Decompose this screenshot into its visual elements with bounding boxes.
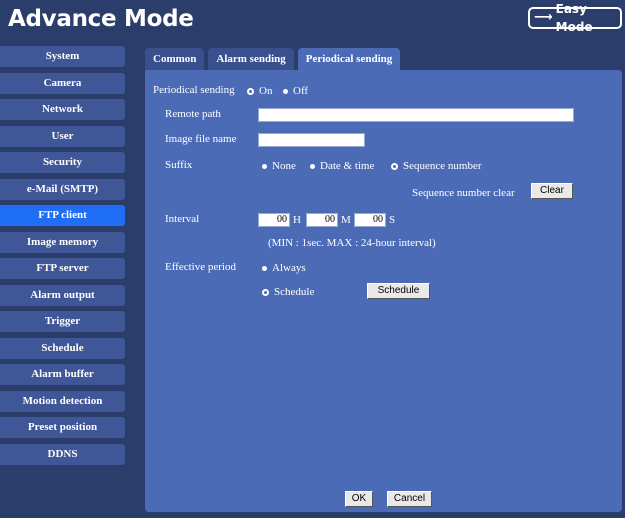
image-file-name-input[interactable]: [258, 133, 365, 147]
settings-panel: Periodical sending On Off Remote path Im…: [145, 70, 622, 512]
header: Advance Mode ⟶ Easy Mode: [0, 0, 625, 40]
tab-common[interactable]: Common: [145, 48, 205, 70]
suffix-none-radio[interactable]: None: [262, 160, 296, 172]
sidebar-item-motion-detection[interactable]: Motion detection: [0, 390, 125, 412]
sidebar-item-camera[interactable]: Camera: [0, 72, 125, 94]
sidebar-item-preset-position[interactable]: Preset position: [0, 417, 125, 438]
sidebar-item-network[interactable]: Network: [0, 99, 125, 120]
interval-hours-unit: H: [293, 214, 301, 226]
image-file-name-label: Image file name: [165, 133, 237, 145]
sidebar-item-email-smtp[interactable]: e-Mail (SMTP): [0, 178, 125, 200]
arrow-right-icon: ⟶: [534, 10, 553, 25]
remote-path-label: Remote path: [165, 108, 221, 120]
effective-schedule-radio[interactable]: Schedule: [262, 286, 314, 298]
suffix-label: Suffix: [165, 159, 193, 171]
periodical-on-radio[interactable]: On: [247, 85, 272, 97]
interval-hours-input[interactable]: 00: [258, 213, 290, 227]
suffix-date-time-label: Date & time: [320, 160, 375, 172]
effective-always-radio[interactable]: Always: [262, 262, 306, 274]
periodical-off-radio[interactable]: Off: [283, 85, 308, 97]
interval-seconds-input[interactable]: 00: [354, 213, 386, 227]
suffix-sequence-label: Sequence number: [403, 160, 482, 172]
sequence-clear-label: Sequence number clear: [412, 187, 515, 199]
periodical-sending-label: Periodical sending: [153, 84, 235, 96]
clear-button[interactable]: Clear: [531, 183, 573, 199]
interval-label: Interval: [165, 213, 200, 225]
sidebar-item-system[interactable]: System: [0, 46, 125, 67]
page-title: Advance Mode: [8, 6, 194, 32]
radio-unselected-icon: [262, 163, 267, 169]
interval-minutes-unit: M: [341, 214, 351, 226]
radio-unselected-icon: [262, 265, 267, 271]
cancel-button[interactable]: Cancel: [387, 491, 432, 507]
radio-selected-icon: [262, 288, 269, 296]
interval-seconds-unit: S: [389, 214, 396, 226]
suffix-date-time-radio[interactable]: Date & time: [310, 160, 374, 172]
sidebar-item-alarm-buffer[interactable]: Alarm buffer: [0, 364, 125, 385]
radio-selected-icon: [247, 87, 254, 95]
easy-mode-button[interactable]: ⟶ Easy Mode: [528, 2, 622, 34]
periodical-on-label: On: [259, 85, 273, 97]
ok-button[interactable]: OK: [345, 491, 373, 507]
effective-schedule-label: Schedule: [274, 286, 315, 298]
sidebar-item-ftp-server[interactable]: FTP server: [0, 258, 125, 279]
schedule-button[interactable]: Schedule: [367, 283, 430, 299]
effective-period-label: Effective period: [165, 261, 236, 273]
sidebar-item-security[interactable]: Security: [0, 152, 125, 173]
sidebar-item-image-memory[interactable]: Image memory: [0, 231, 125, 253]
sidebar-item-ftp-client[interactable]: FTP client: [0, 205, 125, 226]
suffix-sequence-radio[interactable]: Sequence number: [391, 160, 482, 172]
sidebar: System Camera Network User Security e-Ma…: [0, 46, 125, 470]
radio-unselected-icon: [310, 163, 315, 169]
tab-bar: Common Alarm sending Periodical sending: [145, 48, 404, 70]
interval-note: (MIN : 1sec. MAX : 24-hour interval): [268, 237, 436, 249]
tab-alarm-sending[interactable]: Alarm sending: [208, 48, 294, 70]
easy-mode-label: Easy Mode: [555, 2, 593, 34]
radio-selected-icon: [391, 162, 398, 170]
periodical-off-label: Off: [293, 85, 309, 97]
sidebar-item-trigger[interactable]: Trigger: [0, 311, 125, 332]
sidebar-item-alarm-output[interactable]: Alarm output: [0, 284, 125, 306]
sidebar-item-ddns[interactable]: DDNS: [0, 443, 125, 465]
interval-minutes-input[interactable]: 00: [306, 213, 338, 227]
remote-path-input[interactable]: [258, 108, 574, 122]
suffix-none-label: None: [272, 160, 296, 172]
tab-periodical-sending[interactable]: Periodical sending: [297, 48, 401, 70]
sidebar-item-user[interactable]: User: [0, 125, 125, 147]
effective-always-label: Always: [272, 262, 306, 274]
radio-unselected-icon: [283, 88, 288, 94]
app-frame: Advance Mode ⟶ Easy Mode System Camera N…: [0, 0, 625, 518]
sidebar-item-schedule[interactable]: Schedule: [0, 337, 125, 359]
